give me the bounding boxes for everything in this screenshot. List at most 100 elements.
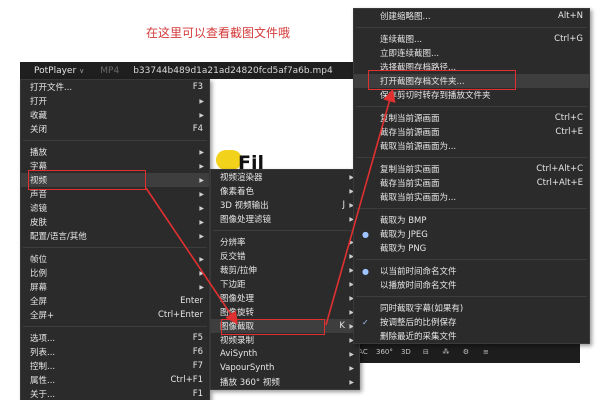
capture-submenu-item-14[interactable]: 截取当前实画面为... (354, 190, 589, 204)
video-submenu-item-13[interactable]: AviSynth ▶ (211, 347, 359, 361)
menu-item-shortcut: Ctrl+C (554, 113, 583, 123)
3d-button[interactable]: 3D (399, 345, 413, 359)
menu-item-shortcut: Ctrl+Alt+E (536, 178, 583, 188)
highlight-box-image-capture (221, 319, 325, 335)
video-submenu-item-8[interactable]: 下边距 ▶ (211, 277, 359, 291)
menu-item-label: 属性... (30, 376, 56, 386)
main-menu-item-23[interactable]: 关于... F1 (21, 387, 209, 400)
menu-item-label: 关于... (30, 390, 56, 400)
menu-item-label: 收藏 (30, 111, 48, 121)
subtitle-icon[interactable]: ⊟ (419, 345, 433, 359)
capture-submenu-item-18[interactable]: 截取为 PNG (354, 241, 589, 255)
menu-item-label: 滤镜 (30, 204, 48, 214)
menu-item-label: 皮肤 (30, 218, 48, 228)
player-titlebar: PotPlayer ∨ MP4 b33744b489d1a21ad24820fc… (20, 62, 355, 79)
video-submenu-item-3[interactable]: 图像处理滤镜 ▶ (211, 212, 359, 226)
menu-item-label: 截取当前实画面为... (380, 193, 457, 203)
main-menu-item-5[interactable]: 播放 ▶ (21, 145, 209, 159)
menu-item-label: 图像处理滤镜 (220, 215, 272, 225)
menu-item-shortcut: F4 (192, 124, 203, 134)
menu-separator (23, 140, 207, 141)
video-submenu-item-15[interactable]: 播放 360° 视频 ▶ (211, 375, 359, 389)
main-menu-item-3[interactable]: 关闭 F4 (21, 122, 209, 136)
check-icon: ✓ (362, 317, 369, 327)
menu-item-label: 打开文件... (30, 83, 73, 93)
menu-item-label: 截取为 JPEG (380, 230, 428, 240)
menu-icon[interactable]: ≡ (479, 345, 493, 359)
submenu-arrow-icon: ▶ (349, 364, 354, 372)
submenu-arrow-icon: ▶ (199, 111, 204, 119)
main-menu-item-13[interactable]: 帧位 ▶ (21, 252, 209, 266)
video-submenu-item-14[interactable]: VapourSynth ▶ (211, 361, 359, 375)
video-submenu-item-7[interactable]: 裁剪/拉伸 ▶ (211, 263, 359, 277)
video-submenu-item-10[interactable]: 图像旋转 ▶ (211, 305, 359, 319)
menu-item-shortcut: Ctrl+Alt+C (536, 164, 583, 174)
video-submenu-item-5[interactable]: 分辨率 ▶ (211, 235, 359, 249)
main-menu-item-20[interactable]: 列表... F6 (21, 345, 209, 359)
capture-submenu-item-17[interactable]: ● 截取为 JPEG (354, 227, 589, 241)
capture-submenu-item-0[interactable]: 创建缩略图... Alt+N (354, 9, 589, 23)
submenu-arrow-icon: ▶ (199, 204, 204, 212)
capture-submenu-item-12[interactable]: 复制当前实画面 Ctrl+Alt+C (354, 162, 589, 176)
main-menu-item-14[interactable]: 比例 ▶ (21, 266, 209, 280)
main-menu-item-21[interactable]: 控制... F7 (21, 359, 209, 373)
player-logo-button[interactable]: PotPlayer ∨ (20, 66, 90, 76)
annotation-text: 在这里可以查看截图文件哦 (146, 26, 291, 40)
menu-item-label: 打开 (30, 97, 48, 107)
gear-icon[interactable]: ⚙ (459, 345, 473, 359)
menu-item-label: 同时截取字幕(如果有) (380, 304, 464, 314)
capture-submenu-item-23[interactable]: 同时截取字幕(如果有) (354, 301, 589, 315)
capture-submenu-item-20[interactable]: ● 以当前时间命名文件 (354, 264, 589, 278)
main-menu-item-19[interactable]: 选项... F5 (21, 331, 209, 345)
vr-360-button[interactable]: 360° (376, 345, 393, 359)
capture-submenu-item-9[interactable]: 截存当前源画面 Ctrl+E (354, 125, 589, 139)
capture-submenu-item-16[interactable]: 截取为 BMP (354, 213, 589, 227)
main-menu-item-16[interactable]: 全屏 Enter (21, 294, 209, 308)
video-submenu-item-9[interactable]: 图像处理 ▶ (211, 291, 359, 305)
main-menu-item-11[interactable]: 配置/语言/其他 ▶ (21, 229, 209, 243)
menu-item-label: 以当前时间命名文件 (380, 267, 457, 277)
filename-label: b33744b489d1a21ad24820fcd5af7a6b.mp4 (133, 65, 333, 76)
menu-item-label: 控制... (30, 362, 56, 372)
menu-item-label: 反交错 (220, 252, 246, 262)
main-menu-item-1[interactable]: 打开 ▶ (21, 94, 209, 108)
capture-submenu-item-2[interactable]: 连续截图... Ctrl+G (354, 32, 589, 46)
menu-item-label: 图像旋转 (220, 308, 255, 318)
menu-item-label: 比例 (30, 269, 48, 279)
submenu-arrow-icon: ▶ (199, 218, 204, 226)
capture-submenu-item-25[interactable]: 删除最近的采集文件 (354, 329, 589, 343)
video-submenu-item-0[interactable]: 视频渲染器 ▶ (211, 170, 359, 184)
menu-item-label: 屏幕 (30, 283, 48, 293)
video-submenu-item-1[interactable]: 像素着色 ▶ (211, 184, 359, 198)
menu-item-label: 立即连续截图... (380, 49, 440, 59)
effects-icon[interactable]: ⁂ (439, 345, 453, 359)
menu-item-shortcut: Enter (180, 296, 203, 306)
main-menu-item-9[interactable]: 滤镜 ▶ (21, 201, 209, 215)
video-submenu-item-12[interactable]: 视频录制 ▶ (211, 333, 359, 347)
capture-submenu-item-6[interactable]: 保存剪切时转存到播放文件夹 (354, 88, 589, 102)
video-submenu-item-6[interactable]: 反交错 ▶ (211, 249, 359, 263)
capture-submenu-item-3[interactable]: 立即连续截图... (354, 46, 589, 60)
menu-item-label: AviSynth (220, 349, 258, 359)
main-menu-item-22[interactable]: 属性... Ctrl+F1 (21, 373, 209, 387)
menu-item-label: 视频录制 (220, 336, 255, 346)
menu-item-label: 连续截图... (380, 35, 423, 45)
video-submenu-item-2[interactable]: 3D 视频输出 J ▶ (211, 198, 359, 212)
main-menu-item-0[interactable]: 打开文件... F3 (21, 80, 209, 94)
capture-submenu-item-24[interactable]: ✓ 按调整后的比例保存 (354, 315, 589, 329)
capture-submenu-item-21[interactable]: 以播放时间命名文件 (354, 278, 589, 292)
menu-item-label: 全屏+ (30, 311, 55, 321)
menu-item-label: 帧位 (30, 255, 48, 265)
menu-item-shortcut: F5 (192, 333, 203, 343)
menu-item-shortcut: J (342, 200, 345, 210)
menu-item-shortcut: F7 (192, 361, 203, 371)
main-menu-item-2[interactable]: 收藏 ▶ (21, 108, 209, 122)
main-menu-item-15[interactable]: 屏幕 ▶ (21, 280, 209, 294)
capture-submenu-item-13[interactable]: 截存当前实画面 Ctrl+Alt+E (354, 176, 589, 190)
main-context-menu: 打开文件... F3 打开 ▶ 收藏 ▶ 关闭 F4 播放 ▶ 字幕 ▶ 视频 ▶ 声音 ▶ 滤镜 ▶ 皮肤 ▶ 配置/… (20, 79, 210, 400)
menu-separator (356, 27, 587, 28)
main-menu-item-17[interactable]: 全屏+ Ctrl+Enter (21, 308, 209, 322)
capture-submenu-item-8[interactable]: 复制当前源画面 Ctrl+C (354, 111, 589, 125)
main-menu-item-10[interactable]: 皮肤 ▶ (21, 215, 209, 229)
capture-submenu-item-10[interactable]: 截取当前源画面为... (354, 139, 589, 153)
